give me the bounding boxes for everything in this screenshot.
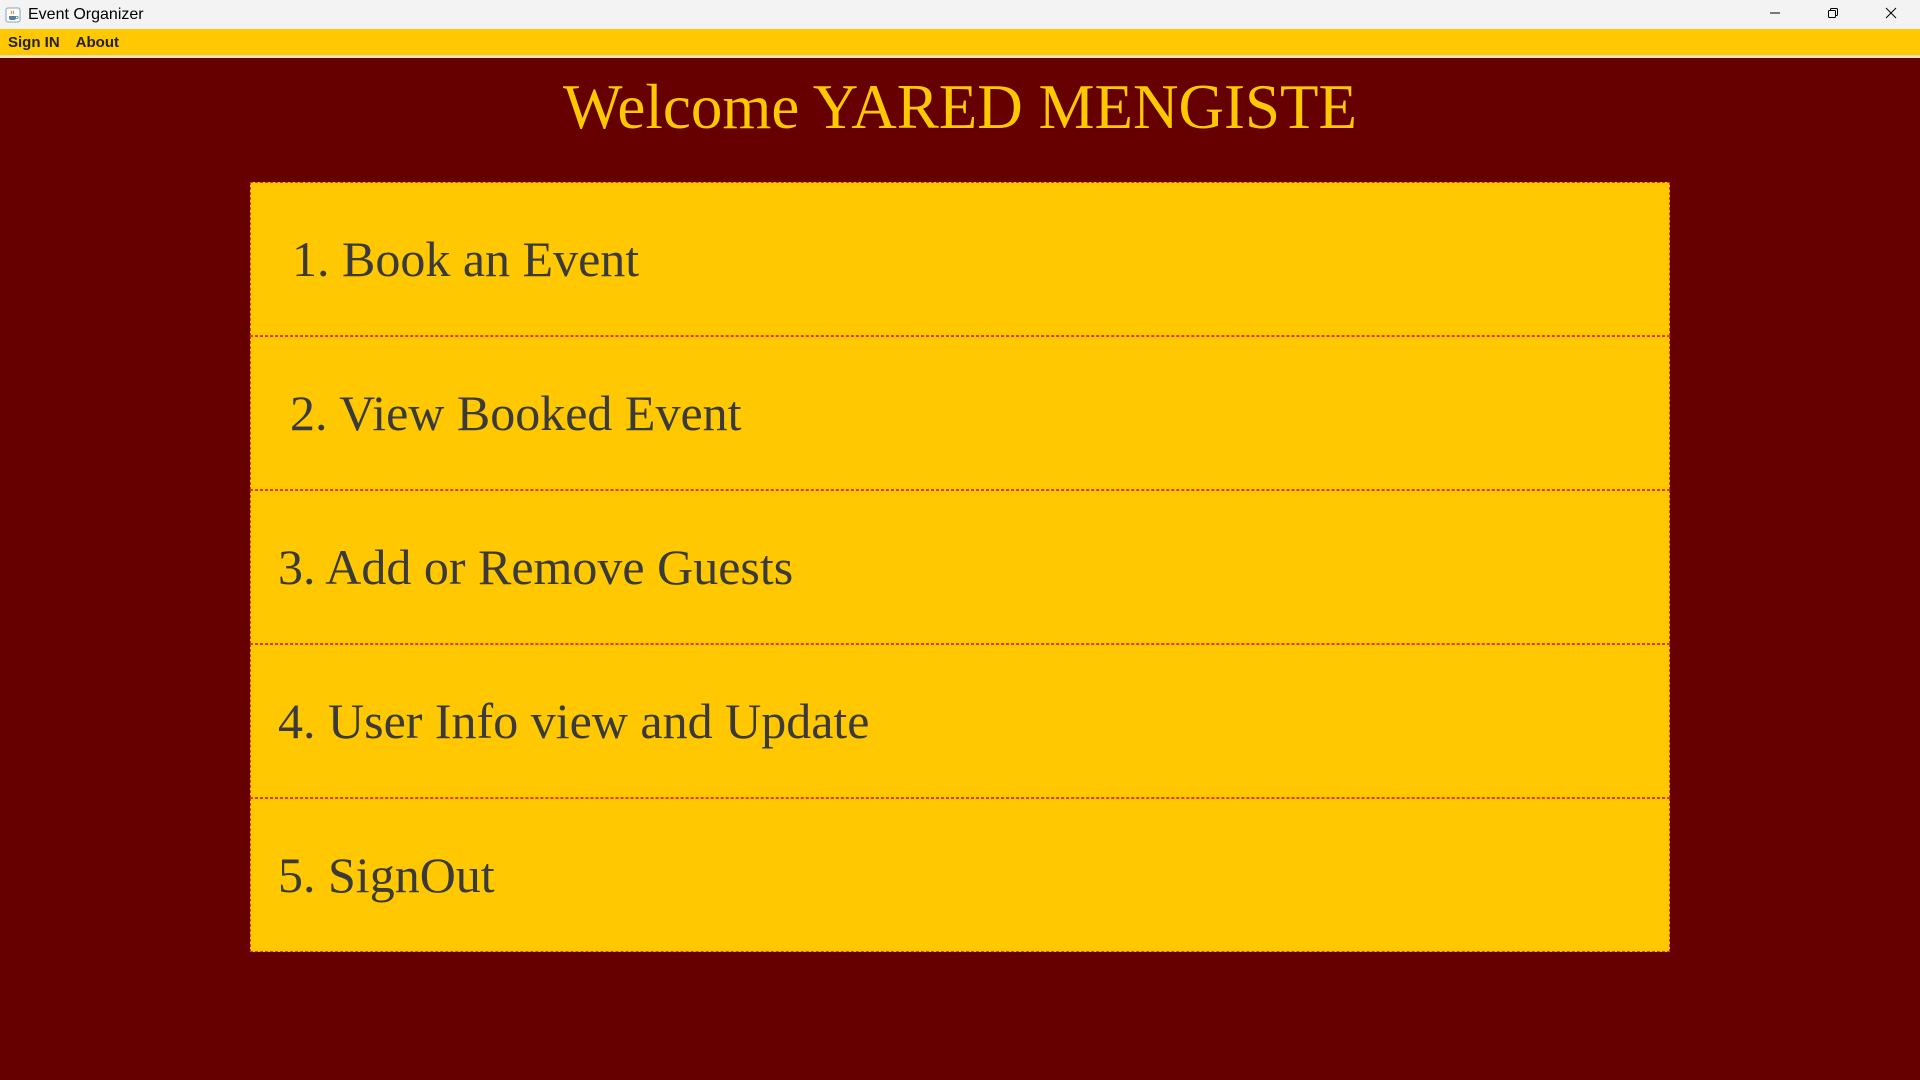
- menu-about[interactable]: About: [68, 29, 127, 56]
- option-label: 3. Add or Remove Guests: [278, 539, 794, 595]
- option-view-booked-event[interactable]: 2. View Booked Event: [250, 336, 1670, 490]
- restore-button[interactable]: [1804, 0, 1862, 29]
- welcome-heading: Welcome YARED MENGISTE: [563, 72, 1357, 142]
- window-title: Event Organizer: [28, 5, 144, 23]
- option-label: 2. View Booked Event: [290, 385, 742, 441]
- java-cup-icon: [4, 6, 22, 24]
- menu-bar: Sign IN About: [0, 29, 1920, 56]
- menu-bar-divider: [0, 56, 1920, 58]
- window-controls: [1746, 0, 1920, 29]
- option-user-info[interactable]: 4. User Info view and Update: [250, 644, 1670, 798]
- menu-sign-in[interactable]: Sign IN: [0, 29, 68, 56]
- options-panel: 1. Book an Event 2. View Booked Event 3.…: [250, 182, 1670, 956]
- title-bar: Event Organizer: [0, 0, 1920, 29]
- close-icon: [1885, 6, 1897, 24]
- option-sign-out[interactable]: 5. SignOut: [250, 798, 1670, 952]
- option-add-remove-guests[interactable]: 3. Add or Remove Guests: [250, 490, 1670, 644]
- close-button[interactable]: [1862, 0, 1920, 29]
- option-label: 1. Book an Event: [292, 231, 640, 287]
- app-window: Event Organizer Sign IN About Welcome YA…: [0, 0, 1920, 1080]
- minimize-icon: [1769, 6, 1781, 24]
- option-book-event[interactable]: 1. Book an Event: [250, 182, 1670, 336]
- option-label: 4. User Info view and Update: [278, 693, 870, 749]
- minimize-button[interactable]: [1746, 0, 1804, 29]
- option-label: 5. SignOut: [278, 847, 495, 903]
- restore-icon: [1827, 6, 1839, 24]
